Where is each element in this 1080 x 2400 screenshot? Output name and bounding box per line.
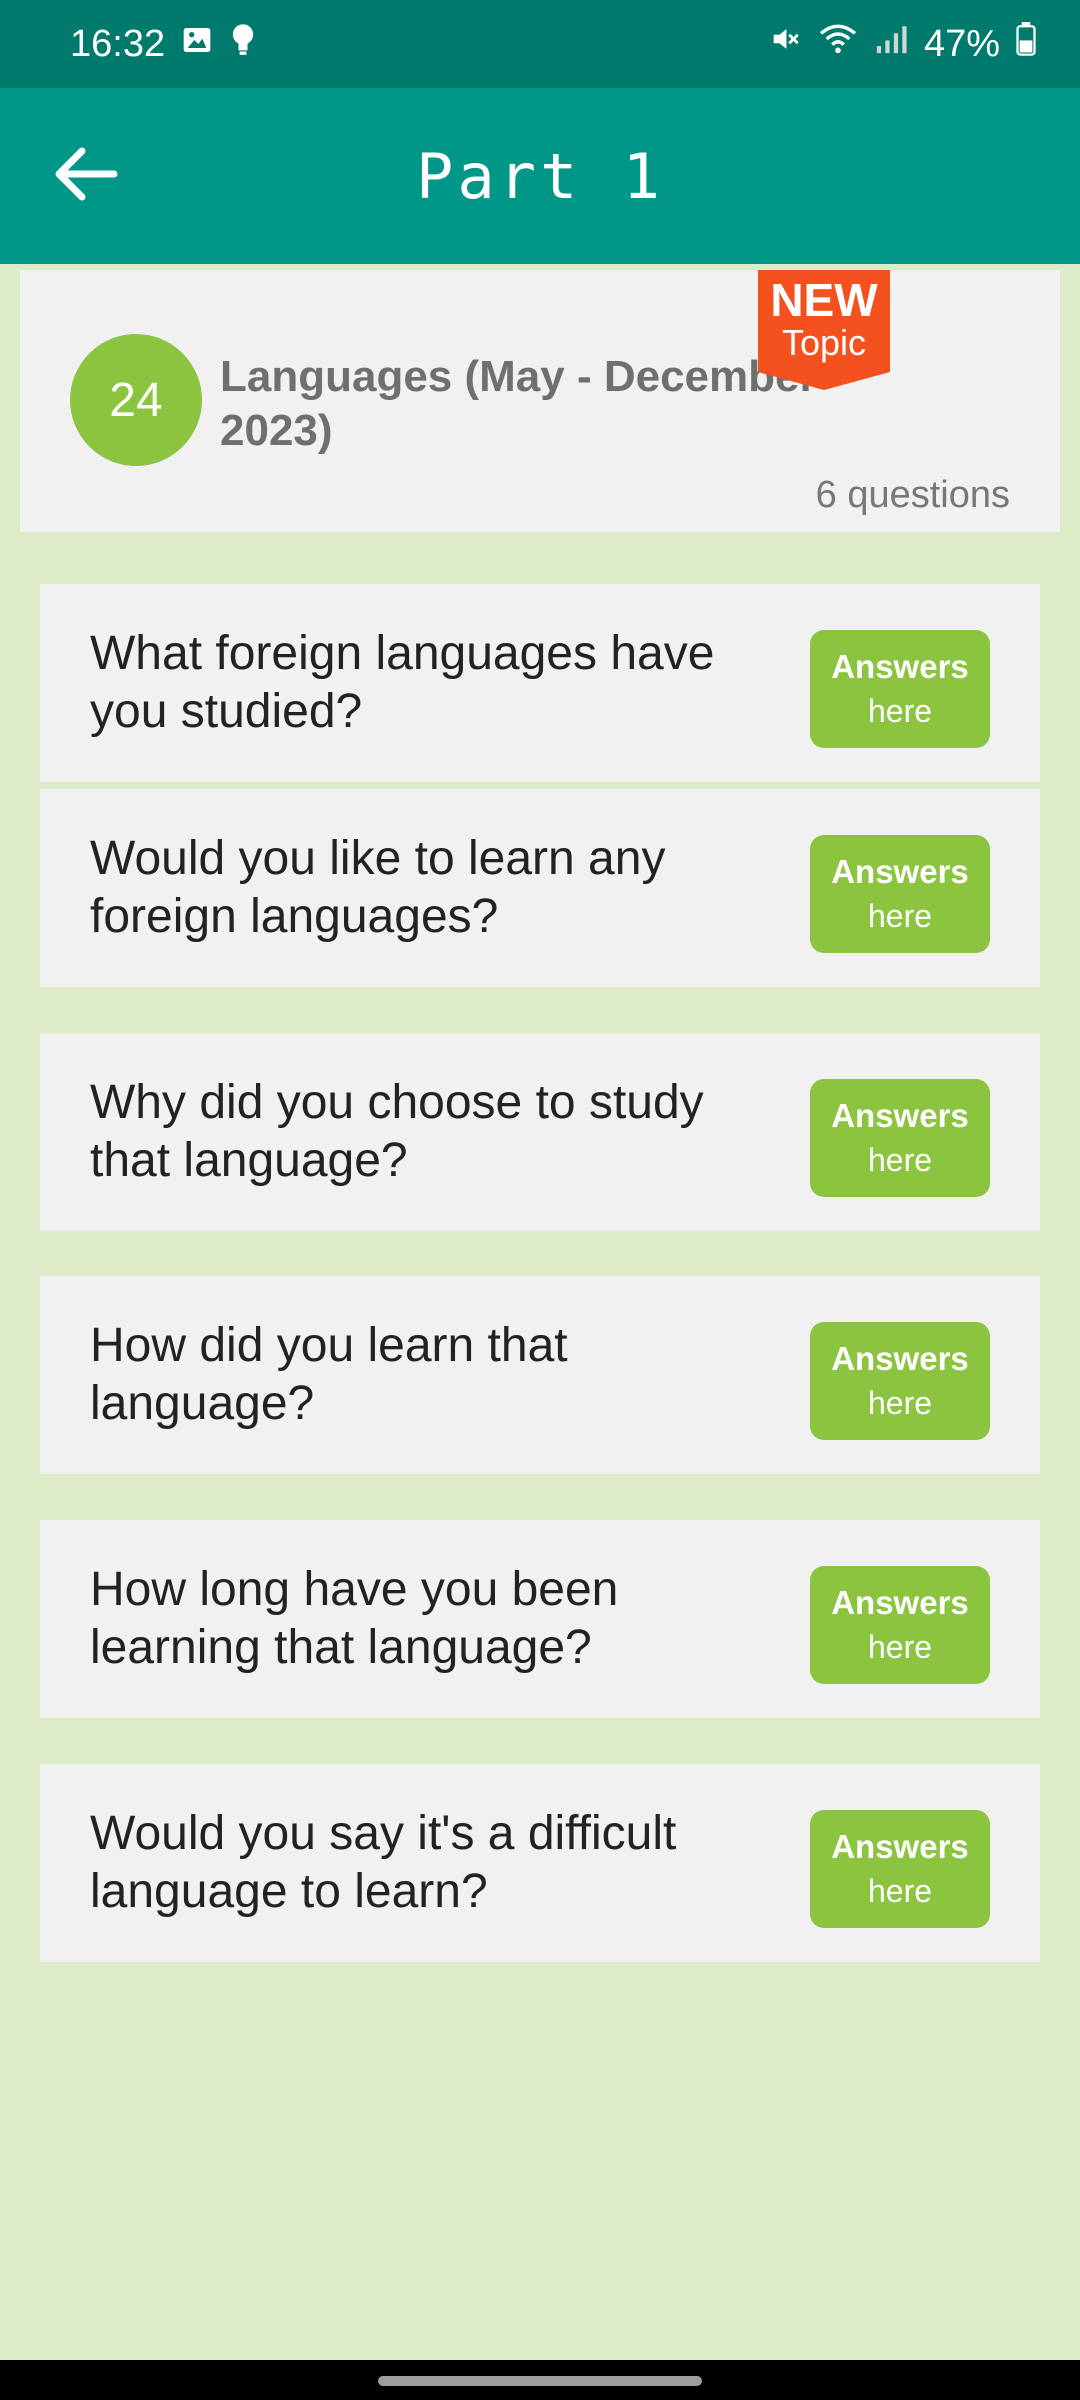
question-card[interactable]: How long have you been learning that lan… [40,1520,1040,1718]
status-bar: 16:32 47% [0,0,1080,88]
answers-button[interactable]: Answers here [810,1566,990,1684]
topic-card: 24 Languages (May - December 2023) 6 que… [20,270,1060,532]
answers-label: Answers [831,1584,969,1621]
question-count: 6 questions [815,474,1010,516]
back-button[interactable] [40,131,130,221]
here-label: here [867,1142,933,1178]
question-card[interactable]: What foreign languages have you studied?… [40,584,1040,782]
answers-button[interactable]: Answers here [810,835,990,953]
answers-label: Answers [831,1340,969,1377]
answers-button[interactable]: Answers here [810,630,990,748]
bulb-icon [229,22,257,66]
app-bar: Part 1 [0,88,1080,264]
topic-title: Languages (May - December 2023) [220,352,817,455]
new-topic-badge: NEW Topic [758,270,890,390]
page-title: Part 1 [416,139,664,213]
question-card[interactable]: Would you say it's a difficult language … [40,1764,1040,1962]
arrow-left-icon [52,145,118,208]
battery-icon [1016,22,1036,66]
here-label: here [867,898,933,934]
question-text: Would you say it's a difficult language … [90,1807,677,1918]
question-text: What foreign languages have you studied? [90,627,715,738]
wifi-icon [818,22,858,66]
answers-button[interactable]: Answers here [810,1810,990,1928]
answers-label: Answers [831,648,969,685]
question-card[interactable]: How did you learn that language? Answers… [40,1276,1040,1474]
answers-button[interactable]: Answers here [810,1322,990,1440]
status-time: 16:32 [70,22,166,65]
signal-icon [874,22,908,66]
badge-topic-label: Topic [781,322,867,363]
question-text: How long have you been learning that lan… [90,1563,619,1674]
answers-label: Answers [831,1828,969,1865]
answers-label: Answers [831,1097,969,1134]
home-gesture-handle[interactable] [378,2376,702,2386]
answers-button[interactable]: Answers here [810,1079,990,1197]
here-label: here [867,1873,933,1909]
topic-number-badge: 24 [70,334,202,466]
badge-new-label: NEW [770,274,878,326]
gallery-icon [181,23,213,66]
answers-label: Answers [831,853,969,890]
question-text: Why did you choose to study that languag… [90,1076,704,1187]
question-text: Would you like to learn any foreign lang… [90,832,666,943]
here-label: here [867,1385,933,1421]
here-label: here [867,693,933,729]
question-text: How did you learn that language? [90,1319,568,1430]
question-card[interactable]: Would you like to learn any foreign lang… [40,789,1040,987]
battery-percent: 47% [923,22,1000,65]
question-card[interactable]: Why did you choose to study that languag… [40,1033,1040,1231]
mute-icon [768,22,802,66]
system-nav-bar [0,2360,1080,2400]
here-label: here [867,1629,933,1665]
